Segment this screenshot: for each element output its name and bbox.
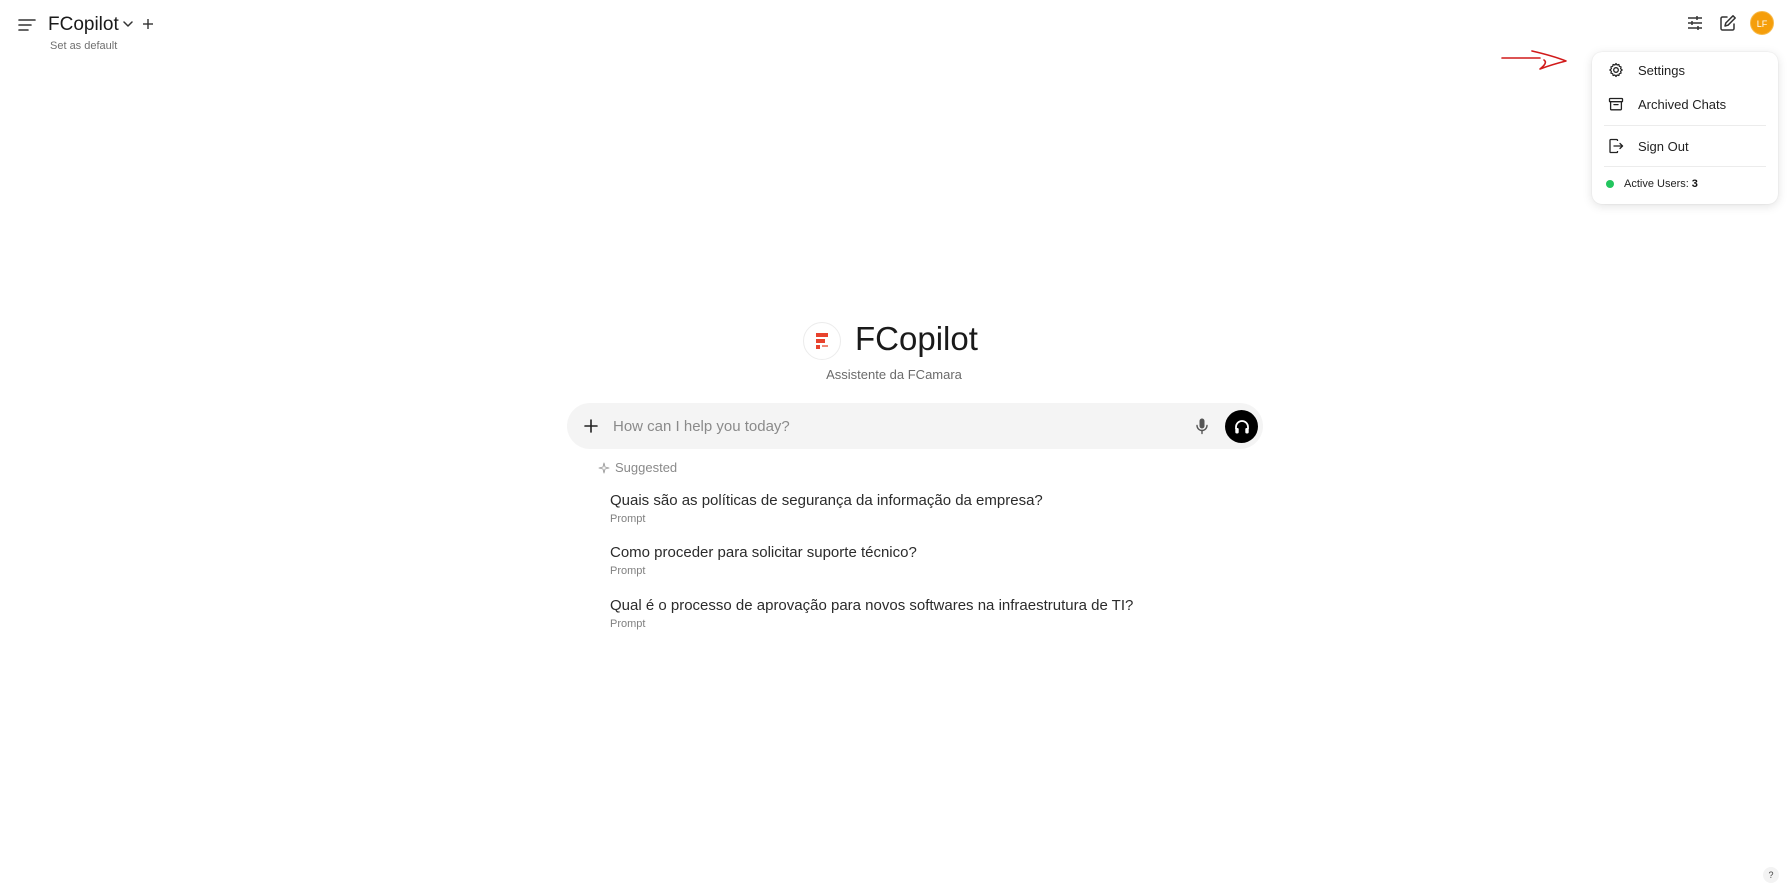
chat-input[interactable] (613, 413, 1153, 439)
suggestion-item[interactable]: Como proceder para solicitar suporte téc… (610, 544, 1250, 577)
menu-item-settings[interactable]: Settings (1604, 56, 1766, 84)
menu-divider (1604, 125, 1766, 126)
user-menu-dropdown: Settings Archived Chats Sign Out Active … (1592, 52, 1778, 204)
suggestion-text: Como proceder para solicitar suporte téc… (610, 544, 917, 561)
headphones-icon (1234, 419, 1249, 433)
suggestion-tag: Prompt (610, 513, 646, 525)
chat-input-bar (567, 403, 1263, 449)
menu-divider (1604, 166, 1766, 167)
annotation-arrow (1501, 50, 1567, 70)
suggested-label: Suggested (615, 460, 678, 475)
attach-plus-icon[interactable] (581, 416, 601, 436)
help-button[interactable]: ? (1763, 867, 1779, 883)
active-users-label: Active Users: (1624, 178, 1689, 190)
suggestion-text: Quais são as políticas de segurança da i… (610, 492, 1043, 509)
suggested-heading: Suggested (598, 460, 677, 475)
hero-title: FCopilot (855, 320, 978, 357)
set-as-default-link[interactable]: Set as default (50, 40, 117, 52)
suggestion-item[interactable]: Qual é o processo de aprovação para novo… (610, 597, 1250, 630)
suggestion-item[interactable]: Quais são as políticas de segurança da i… (610, 492, 1250, 525)
pencil-square-icon[interactable] (1718, 13, 1738, 33)
hero-subtitle: Assistente da FCamara (826, 367, 962, 382)
online-status-dot (1606, 180, 1614, 188)
microphone-icon[interactable] (1192, 416, 1212, 436)
user-avatar[interactable]: LF (1750, 11, 1774, 35)
menu-item-label: Archived Chats (1638, 96, 1727, 112)
menu-item-sign-out[interactable]: Sign Out (1604, 132, 1766, 160)
fcamara-logo-icon (816, 333, 828, 349)
archive-icon (1608, 97, 1624, 111)
model-name[interactable]: FCopilot (48, 14, 119, 36)
menu-item-label: Settings (1638, 62, 1685, 78)
suggestion-tag: Prompt (610, 618, 646, 630)
menu-icon[interactable] (18, 16, 36, 34)
suggestion-text: Qual é o processo de aprovação para novo… (610, 597, 1134, 614)
sliders-icon[interactable] (1685, 13, 1705, 33)
plus-icon (143, 19, 153, 29)
voice-mode-button[interactable] (1225, 410, 1258, 443)
sparkle-icon (598, 462, 610, 473)
sign-out-icon (1609, 138, 1624, 154)
suggestion-tag: Prompt (610, 565, 646, 577)
menu-item-label: Sign Out (1638, 138, 1689, 154)
add-model-button[interactable] (142, 14, 154, 35)
active-users-indicator: Active Users: 3 (1606, 178, 1698, 190)
chevron-down-icon[interactable] (122, 18, 134, 30)
brand-logo (803, 322, 841, 360)
gear-icon (1609, 62, 1623, 78)
menu-item-archived-chats[interactable]: Archived Chats (1604, 90, 1766, 118)
active-users-count: 3 (1691, 178, 1698, 190)
